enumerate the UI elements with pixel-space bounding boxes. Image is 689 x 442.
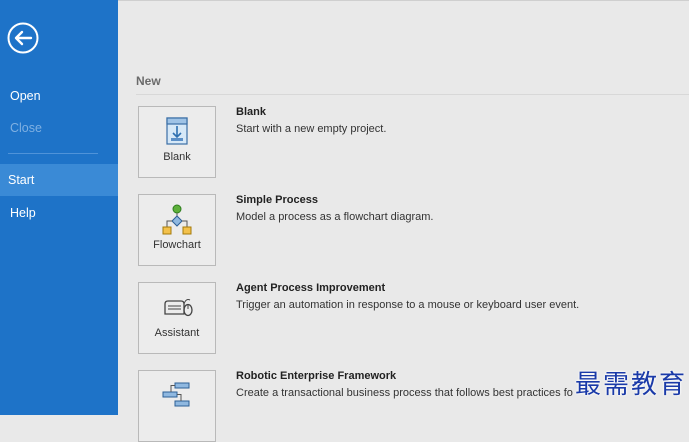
template-title[interactable]: Blank	[236, 106, 266, 118]
sidebar-item-start[interactable]: Start	[0, 164, 118, 196]
watermark-logo: 最需教育	[574, 370, 687, 400]
template-description: Trigger an automation in response to a m…	[236, 299, 580, 311]
tile-label: Flowchart	[153, 239, 201, 251]
start-panel: New Blank Blank Start with a new empty p…	[118, 0, 689, 442]
flowchart-icon	[162, 204, 192, 235]
tile-label: Blank	[163, 151, 191, 163]
template-description: Create a transactional business process …	[236, 387, 573, 399]
section-title-new: New	[136, 74, 161, 88]
template-tile-blank[interactable]: Blank	[138, 106, 216, 178]
blank-project-icon	[166, 117, 188, 145]
template-description: Start with a new empty project.	[236, 123, 387, 135]
sidebar-item-help[interactable]: Help	[0, 197, 118, 229]
sidebar-divider	[8, 153, 98, 154]
template-tile-assistant[interactable]: Assistant	[138, 282, 216, 354]
template-title[interactable]: Robotic Enterprise Framework	[236, 370, 396, 382]
tile-label: Assistant	[154, 327, 200, 339]
keyboard-mouse-icon	[164, 299, 193, 317]
template-tile-flowchart[interactable]: Flowchart	[138, 194, 216, 266]
back-arrow-icon	[7, 22, 39, 54]
back-button[interactable]	[7, 22, 39, 54]
template-title[interactable]: Agent Process Improvement	[236, 282, 385, 294]
sidebar-item-close: Close	[10, 121, 42, 135]
template-description: Model a process as a flowchart diagram.	[236, 211, 434, 223]
framework-icon	[162, 382, 190, 407]
sidebar-item-open[interactable]: Open	[0, 80, 118, 112]
template-title[interactable]: Simple Process	[236, 194, 318, 206]
section-divider	[136, 94, 689, 95]
template-tile-framework[interactable]	[138, 370, 216, 442]
backstage-sidebar: Open Close Start Help	[0, 0, 118, 415]
